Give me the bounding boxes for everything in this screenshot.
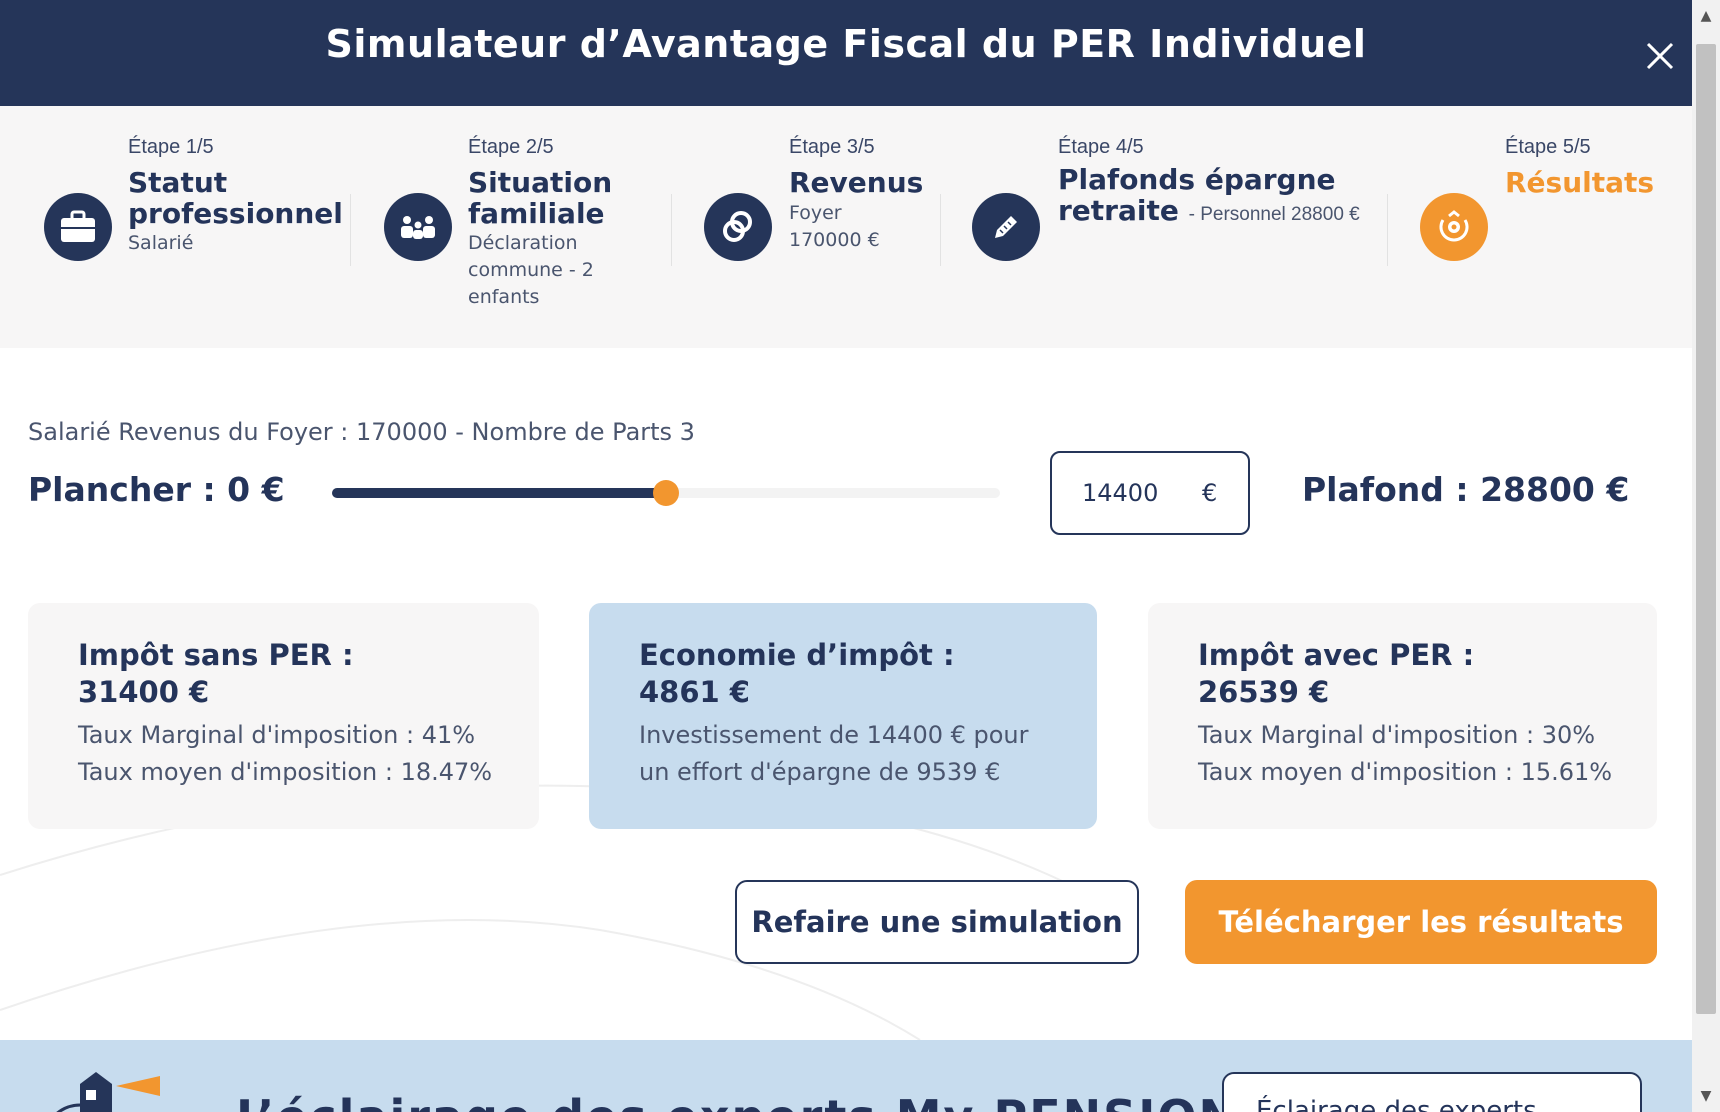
step-title-line: Statut [128,166,228,199]
card-detail-line: Taux Marginal d'imposition : 41% [78,721,476,749]
step-situation-familiale[interactable]: Étape 2/5 Situation familiale Déclaratio… [351,106,671,348]
step-summary-line: 170000 € [789,229,880,251]
lighthouse-icon [56,1072,160,1112]
card-title-line: Impôt avec PER : [1198,638,1475,672]
step-title-line: Situation [468,166,613,199]
card-title: Impôt sans PER : 31400 € [78,637,539,711]
card-detail-line: Taux Marginal d'imposition : 30% [1198,721,1596,749]
step-title-line: Revenus [789,166,924,199]
step-summary-line: commune - 2 [468,259,594,281]
card-details: Taux Marginal d'imposition : 30% Taux mo… [1198,717,1657,791]
step-title: Statut professionnel [128,167,343,229]
step-statut-professionnel[interactable]: Étape 1/5 Statut professionnel Salarié [0,106,350,348]
step-title-line: professionnel [128,197,343,230]
card-amount: 31400 € [78,675,210,709]
card-details: Taux Marginal d'imposition : 41% Taux mo… [78,717,539,791]
step-title-line: retraite - Personnel 28800 € [1058,195,1360,230]
modal-title: Simulateur d’Avantage Fiscal du PER Indi… [325,22,1367,66]
step-summary: Salarié [128,230,193,257]
award-icon [1420,193,1488,261]
pencil-icon [972,193,1040,261]
download-results-button[interactable]: Télécharger les résultats [1185,880,1657,964]
card-economie-impot: Economie d’impôt : 4861 € Investissement… [589,603,1097,829]
step-revenus[interactable]: Étape 3/5 Revenus Foyer 170000 € [672,106,940,348]
experts-button[interactable]: Éclairage des experts [1222,1072,1642,1112]
steps-bar: Étape 1/5 Statut professionnel Salarié É… [0,106,1692,348]
coins-icon [704,193,772,261]
card-impot-sans-per: Impôt sans PER : 31400 € Taux Marginal d… [28,603,539,829]
step-title: Situation familiale [468,167,612,229]
step-summary-line: enfants [468,286,540,308]
scrollbar-thumb[interactable] [1696,44,1716,1014]
step-label: Étape 4/5 [1058,136,1144,158]
step-title-line: Plafonds épargne [1058,163,1336,196]
card-impot-avec-per: Impôt avec PER : 26539 € Taux Marginal d… [1148,603,1657,829]
step-title-line-text: retraite [1058,194,1179,227]
card-detail-line: Investissement de 14400 € pour [639,721,1029,749]
step-plafonds-epargne[interactable]: Étape 4/5 Plafonds épargne retraite - Pe… [941,106,1387,348]
amount-field[interactable]: € [1050,451,1250,535]
modal-header: Simulateur d’Avantage Fiscal du PER Indi… [0,0,1692,106]
slider-fill [332,488,666,498]
card-detail-line: Taux moyen d'imposition : 18.47% [78,758,493,786]
step-summary-line: Foyer [789,202,842,224]
step-title: Plafonds épargne retraite - Personnel 28… [1058,164,1360,230]
amount-slider[interactable] [332,478,1000,508]
briefcase-icon [44,193,112,261]
card-amount: 4861 € [639,675,750,709]
step-title: Revenus [789,167,923,198]
card-title: Economie d’impôt : 4861 € [639,637,1097,711]
step-resultats[interactable]: Étape 5/5 Résultats [1388,106,1692,348]
step-title-line: familiale [468,197,605,230]
step-summary-line: Salarié [128,232,194,254]
card-detail-line: Taux moyen d'imposition : 15.61% [1198,758,1613,786]
close-icon [1646,42,1674,70]
card-detail-line: un effort d'épargne de 9539 € [639,758,1001,786]
amount-input[interactable] [1082,479,1192,507]
banner-title: L’éclairage des experts My PENSION [236,1090,1239,1112]
step-title-line: Résultats [1505,166,1655,199]
card-amount: 26539 € [1198,675,1330,709]
card-title: Impôt avec PER : 26539 € [1198,637,1657,711]
step-summary: - Personnel 28800 € [1188,204,1360,225]
slider-thumb[interactable] [653,480,679,506]
scroll-up-arrow-icon[interactable]: ▲ [1698,8,1714,24]
floor-label: Plancher : 0 € [28,470,285,509]
close-button[interactable] [1640,36,1680,76]
step-label: Étape 3/5 [789,136,875,158]
step-summary-line: Déclaration [468,232,578,254]
step-label: Étape 2/5 [468,136,554,158]
scrollbar[interactable]: ▲ ▼ [1692,0,1720,1112]
step-summary: Déclaration commune - 2 enfants [468,230,594,311]
ceiling-label: Plafond : 28800 € [1302,470,1630,509]
card-details: Investissement de 14400 € pour un effort… [639,717,1097,791]
step-title: Résultats [1505,167,1654,198]
step-summary: Foyer 170000 € [789,200,880,254]
redo-simulation-button[interactable]: Refaire une simulation [735,880,1139,964]
simulation-summary: Salarié Revenus du Foyer : 170000 - Nomb… [28,418,695,446]
experts-banner: L’éclairage des experts My PENSION Éclai… [0,1040,1692,1112]
card-title-line: Economie d’impôt : [639,638,955,672]
step-label: Étape 5/5 [1505,136,1591,158]
amount-unit: € [1202,479,1218,507]
card-title-line: Impôt sans PER : [78,638,354,672]
step-label: Étape 1/5 [128,136,214,158]
family-icon [384,193,452,261]
scroll-down-arrow-icon[interactable]: ▼ [1698,1088,1714,1104]
